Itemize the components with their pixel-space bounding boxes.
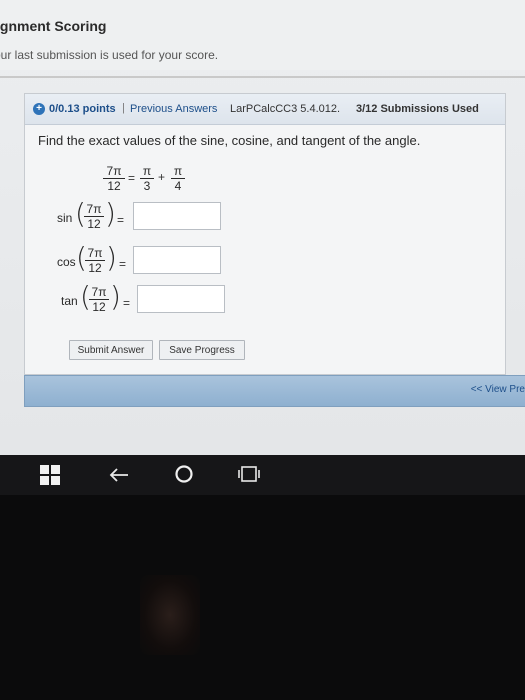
function-name: cos (57, 255, 76, 269)
equals-sign: = (123, 296, 131, 310)
assignment-header: ignment Scoring our last submission is u… (0, 0, 525, 70)
assignment-title: ignment Scoring (0, 18, 107, 34)
fraction-numerator: 7π (85, 246, 105, 261)
assignment-subtitle: our last submission is used for your sco… (0, 48, 219, 62)
header-separator: | (122, 102, 125, 114)
tan-answer-input[interactable] (137, 285, 225, 313)
points-label: 0/0.13 points (49, 103, 116, 115)
close-paren: ) (110, 280, 121, 313)
fraction-denominator: 12 (87, 217, 101, 231)
question-header: + 0/0.13 points | Previous Answers LarPC… (25, 94, 505, 125)
function-name: tan (61, 294, 78, 308)
plus-sign: + (158, 170, 166, 184)
identity-term2-fraction: π 4 (171, 164, 185, 193)
back-arrow-icon[interactable] (108, 465, 130, 485)
question-prompt: Find the exact values of the sine, cosin… (38, 133, 421, 148)
fraction-numerator: π (171, 164, 185, 179)
fraction-numerator: π (140, 164, 154, 179)
identity-lhs-fraction: 7π 12 (103, 164, 125, 193)
fraction-numerator: 7π (84, 202, 104, 217)
divider (0, 76, 525, 78)
taskbar (0, 455, 525, 495)
submit-answer-button[interactable]: Submit Answer (69, 340, 153, 360)
windows-icon[interactable] (40, 465, 60, 485)
close-paren: ) (105, 197, 116, 230)
fraction-denominator: 12 (88, 261, 102, 275)
equals-sign: = (119, 257, 127, 271)
search-circle-icon[interactable] (174, 464, 194, 484)
browser-content: ignment Scoring our last submission is u… (0, 0, 525, 455)
submissions-used: 3/12 Submissions Used (356, 103, 479, 115)
fraction-denominator: 3 (143, 179, 151, 193)
question-panel: + 0/0.13 points | Previous Answers LarPC… (24, 93, 506, 375)
function-name: sin (57, 211, 73, 225)
fraction-numerator: 7π (89, 285, 109, 300)
question-nav-bar: << View Pre (24, 375, 525, 407)
fraction-denominator: 12 (92, 300, 106, 314)
save-progress-button[interactable]: Save Progress (159, 340, 245, 360)
fraction-denominator: 4 (174, 179, 182, 193)
bezel-reflection (140, 575, 200, 655)
angle-fraction: 7π 12 (85, 246, 105, 275)
previous-answers-link[interactable]: Previous Answers (130, 103, 217, 115)
close-paren: ) (106, 241, 117, 274)
equals-sign: = (117, 213, 125, 227)
sin-answer-input[interactable] (133, 202, 221, 230)
view-previous-link[interactable]: << View Pre (471, 384, 525, 395)
device-bezel (0, 495, 525, 700)
fraction-denominator: 12 (107, 179, 121, 193)
angle-fraction: 7π 12 (84, 202, 104, 231)
angle-fraction: 7π 12 (89, 285, 109, 314)
equals-sign: = (128, 171, 136, 185)
identity-term1-fraction: π 3 (140, 164, 154, 193)
cos-answer-input[interactable] (133, 246, 221, 274)
course-reference: LarPCalcCC3 5.4.012. (230, 103, 341, 115)
expand-plus-icon[interactable]: + (33, 103, 45, 115)
fraction-numerator: 7π (103, 164, 125, 179)
task-view-icon[interactable] (238, 464, 262, 484)
